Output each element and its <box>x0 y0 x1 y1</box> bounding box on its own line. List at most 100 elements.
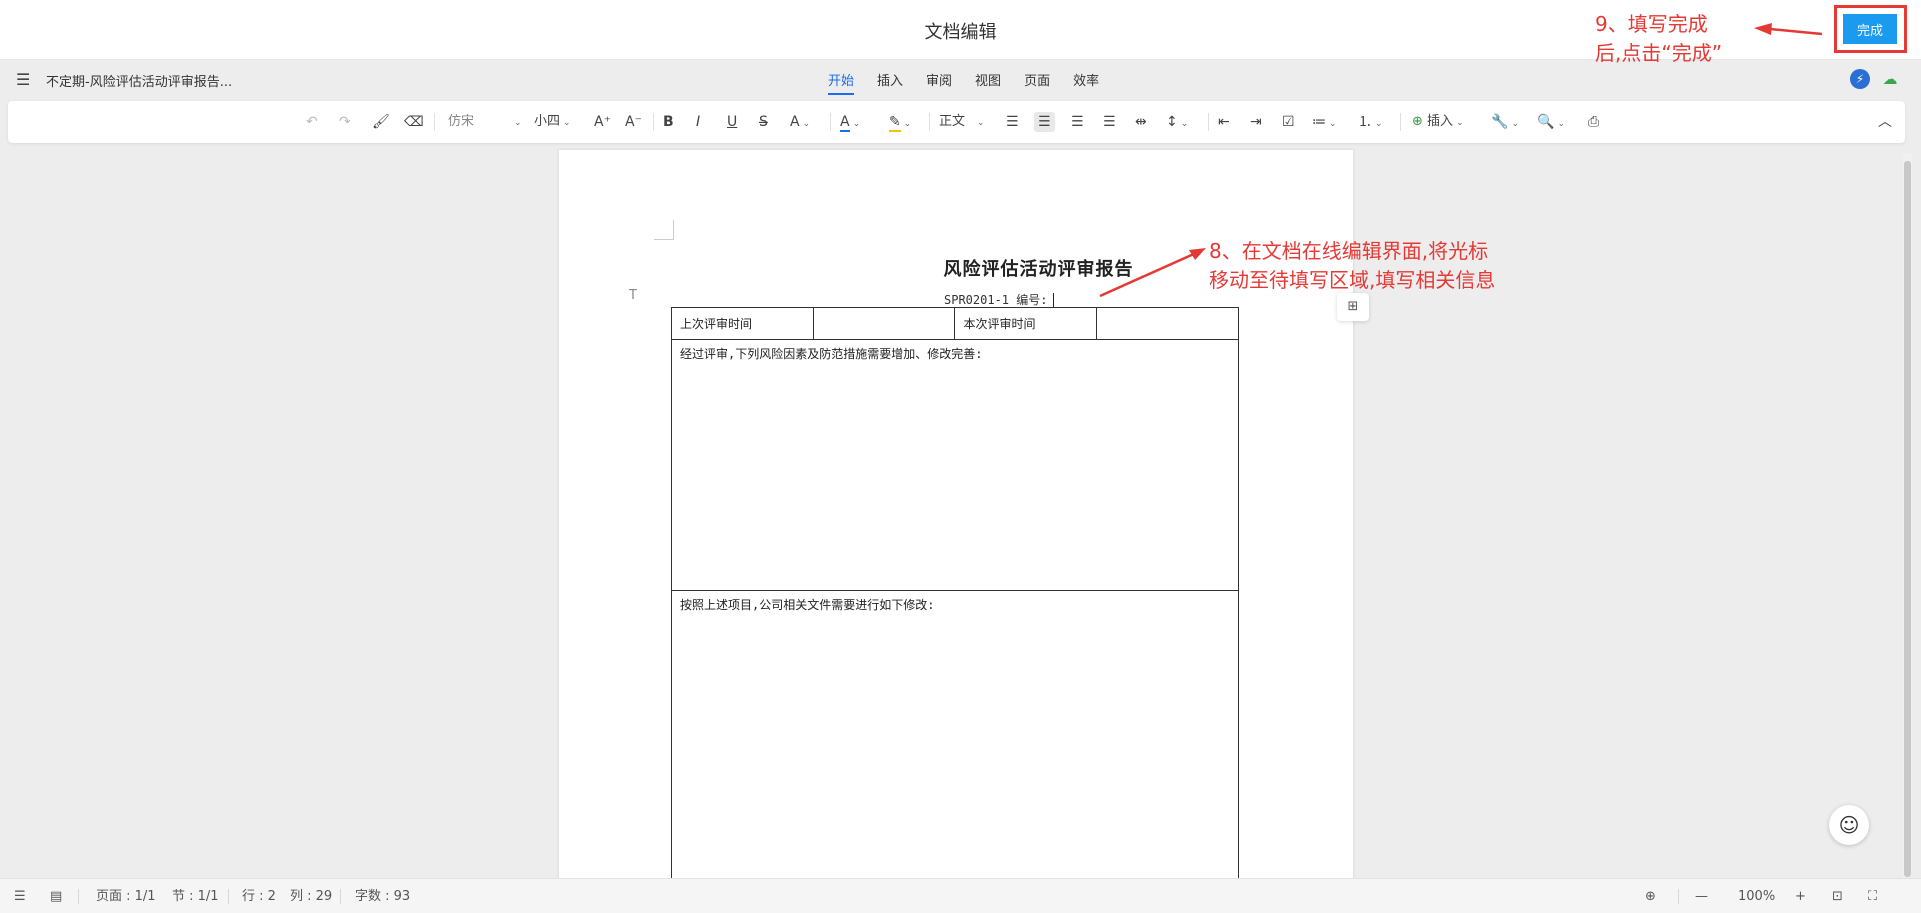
chevron-down-icon: ⌄ <box>563 118 571 128</box>
done-button[interactable]: 完成 <box>1843 14 1897 44</box>
align-left-icon[interactable]: ☰ <box>1006 112 1019 132</box>
vertical-scrollbar[interactable] <box>1903 153 1912 877</box>
align-right-icon[interactable]: ☰ <box>1071 112 1084 132</box>
font-size-value: 小四 <box>534 114 561 129</box>
eraser-icon[interactable]: ⌫ <box>404 112 424 132</box>
add-comment-icon[interactable]: ⊞ <box>1337 293 1369 321</box>
font-size-select[interactable]: 小四 ⌄ <box>534 112 571 133</box>
globe-icon[interactable]: ⊕ <box>1645 888 1656 905</box>
word-count: 字数 : 93 <box>355 889 411 904</box>
chevron-down-icon: ⌄ <box>1511 119 1519 129</box>
step8-annotation: 8、在文档在线编辑界面,将光标 移动至待填写区域,填写相关信息 <box>1209 237 1495 295</box>
search-icon[interactable]: 🔍 ⌄ <box>1537 112 1565 134</box>
justify-icon[interactable]: ☰ <box>1103 112 1116 132</box>
step9-line2: 后,点击“完成” <box>1595 41 1723 65</box>
redo-icon[interactable]: ↷ <box>339 112 351 132</box>
section-indicator: 节 : 1/1 <box>172 889 219 904</box>
bold-button[interactable]: B <box>663 112 674 132</box>
divider <box>1678 889 1679 904</box>
chevron-down-icon: ⌄ <box>903 119 912 129</box>
fit-page-icon[interactable]: ⊡ <box>1832 888 1843 905</box>
highlight-button[interactable]: ✎ ⌄ <box>889 112 911 134</box>
print-icon[interactable]: ⎙ <box>1588 112 1599 132</box>
bullet-list-icon[interactable]: ≔ ⌄ <box>1312 112 1337 134</box>
table-cell-this-review-value[interactable] <box>1096 307 1239 340</box>
distributed-align-icon[interactable]: ⇹ <box>1135 112 1147 132</box>
chevron-down-icon: ⌄ <box>977 118 985 128</box>
underline-button[interactable]: U <box>727 112 737 132</box>
tab-page[interactable]: 页面 <box>1024 70 1050 95</box>
chevron-down-icon: ⌄ <box>1329 119 1337 129</box>
divider <box>653 113 654 131</box>
tab-insert[interactable]: 插入 <box>877 70 903 95</box>
paragraph-style-select[interactable]: 正文 ⌄ <box>939 112 985 133</box>
divider <box>1400 113 1401 131</box>
strikethrough-button[interactable]: S̶ <box>759 112 768 132</box>
tab-start[interactable]: 开始 <box>828 70 855 95</box>
document-code-text: SPR0201-1 编号: <box>944 293 1048 307</box>
divider <box>78 889 79 904</box>
row-indicator: 行 : 2 <box>242 889 276 904</box>
done-button-highlight: 完成 <box>1834 5 1907 53</box>
cloud-saved-icon[interactable]: ☁ <box>1880 69 1900 89</box>
font-family-select[interactable]: 仿宋 ⌄ <box>448 112 522 133</box>
divider <box>929 113 930 131</box>
scrollbar-thumb[interactable] <box>1904 161 1911 877</box>
plus-circle-icon: ⊕ <box>1412 114 1423 129</box>
font-color-button[interactable]: A ⌄ <box>840 112 860 134</box>
insert-menu-button[interactable]: ⊕ 插入 ⌄ <box>1412 112 1464 133</box>
shrink-font-button[interactable]: A⁻ <box>625 112 642 132</box>
grow-font-button[interactable]: A⁺ <box>594 112 611 132</box>
text-marker-icon: T <box>629 288 637 303</box>
chevron-down-icon: ⌄ <box>514 118 522 128</box>
superscript-button[interactable]: A ⌄ <box>790 112 810 134</box>
assistant-avatar-icon[interactable]: ☺ <box>1829 805 1869 845</box>
outline-icon[interactable]: ☰ <box>14 888 26 905</box>
align-center-icon[interactable]: ☰ <box>1034 112 1055 132</box>
numbered-list-icon[interactable]: ⒈ ⌄ <box>1358 112 1383 134</box>
tab-review[interactable]: 审阅 <box>926 70 952 95</box>
step9-annotation: 9、填写完成 后,点击“完成” <box>1595 10 1722 68</box>
zoom-in-icon[interactable]: + <box>1795 888 1806 905</box>
tools-icon[interactable]: 🔧 ⌄ <box>1491 112 1519 134</box>
formatting-toolbar: ↶ ↷ 🖌 ⌫ 仿宋 ⌄ 小四 ⌄ A⁺ A⁻ B I U S̶ A ⌄ A ⌄ ✎ ⌄ … <box>8 101 1905 143</box>
tab-view[interactable]: 视图 <box>975 70 1001 95</box>
chevron-down-icon: ⌄ <box>852 119 861 129</box>
paragraph-style-value: 正文 <box>939 114 966 129</box>
format-painter-icon[interactable]: 🖌 <box>372 112 390 132</box>
tab-efficiency[interactable]: 效率 <box>1073 70 1099 95</box>
font-color-label: A <box>840 114 850 132</box>
collapse-toolbar-icon[interactable]: ︿ <box>1878 112 1892 132</box>
table-cell-last-review-label[interactable]: 上次评审时间 <box>671 307 814 340</box>
italic-button[interactable]: I <box>696 112 700 132</box>
review-form-table: 上次评审时间 本次评审时间 经过评审,下列风险因素及防范措施需要增加、修改完善:… <box>671 307 1239 880</box>
table-cell-this-review-label[interactable]: 本次评审时间 <box>954 307 1098 340</box>
ribbon-tabs: 开始 插入 审阅 视图 页面 效率 <box>828 70 1122 95</box>
zoom-level[interactable]: 100% <box>1738 888 1775 905</box>
table-cell-file-changes[interactable]: 按照上述项目,公司相关文件需要进行如下修改: <box>671 590 1239 880</box>
table-row: 经过评审,下列风险因素及防范措施需要增加、修改完善: <box>671 339 1239 591</box>
menu-icon[interactable]: ☰ <box>16 70 30 89</box>
page-indicator: 页面 : 1/1 <box>96 889 156 904</box>
highlighter-icon: ✎ <box>889 114 901 132</box>
document-name[interactable]: 不定期-风险评估活动评审报告... <box>46 71 232 90</box>
table-cell-last-review-value[interactable] <box>812 307 956 340</box>
increase-indent-icon[interactable]: ⇥ <box>1250 112 1262 132</box>
table-cell-risk-factors[interactable]: 经过评审,下列风险因素及防范措施需要增加、修改完善: <box>671 339 1239 591</box>
page-layout-icon[interactable]: ▤ <box>50 888 62 905</box>
superscript-label: A <box>790 114 800 130</box>
checkbox-icon[interactable]: ☑ <box>1282 112 1295 132</box>
document-code[interactable]: SPR0201-1 编号: <box>944 291 1055 308</box>
column-indicator: 列 : 29 <box>290 889 333 904</box>
table-row: 按照上述项目,公司相关文件需要进行如下修改: <box>671 590 1239 880</box>
lightning-icon[interactable]: ⚡ <box>1850 69 1870 89</box>
fullscreen-icon[interactable]: ⛶ <box>1868 888 1877 905</box>
chevron-down-icon: ⌄ <box>1557 119 1565 129</box>
text-cursor <box>1053 293 1055 308</box>
step8-line1: 8、在文档在线编辑界面,将光标 <box>1209 239 1489 263</box>
decrease-indent-icon[interactable]: ⇤ <box>1218 112 1230 132</box>
zoom-out-icon[interactable]: — <box>1695 888 1708 905</box>
line-spacing-icon[interactable]: ↕ ⌄ <box>1166 112 1188 134</box>
undo-icon[interactable]: ↶ <box>306 112 318 132</box>
chevron-down-icon: ⌄ <box>1180 119 1189 129</box>
